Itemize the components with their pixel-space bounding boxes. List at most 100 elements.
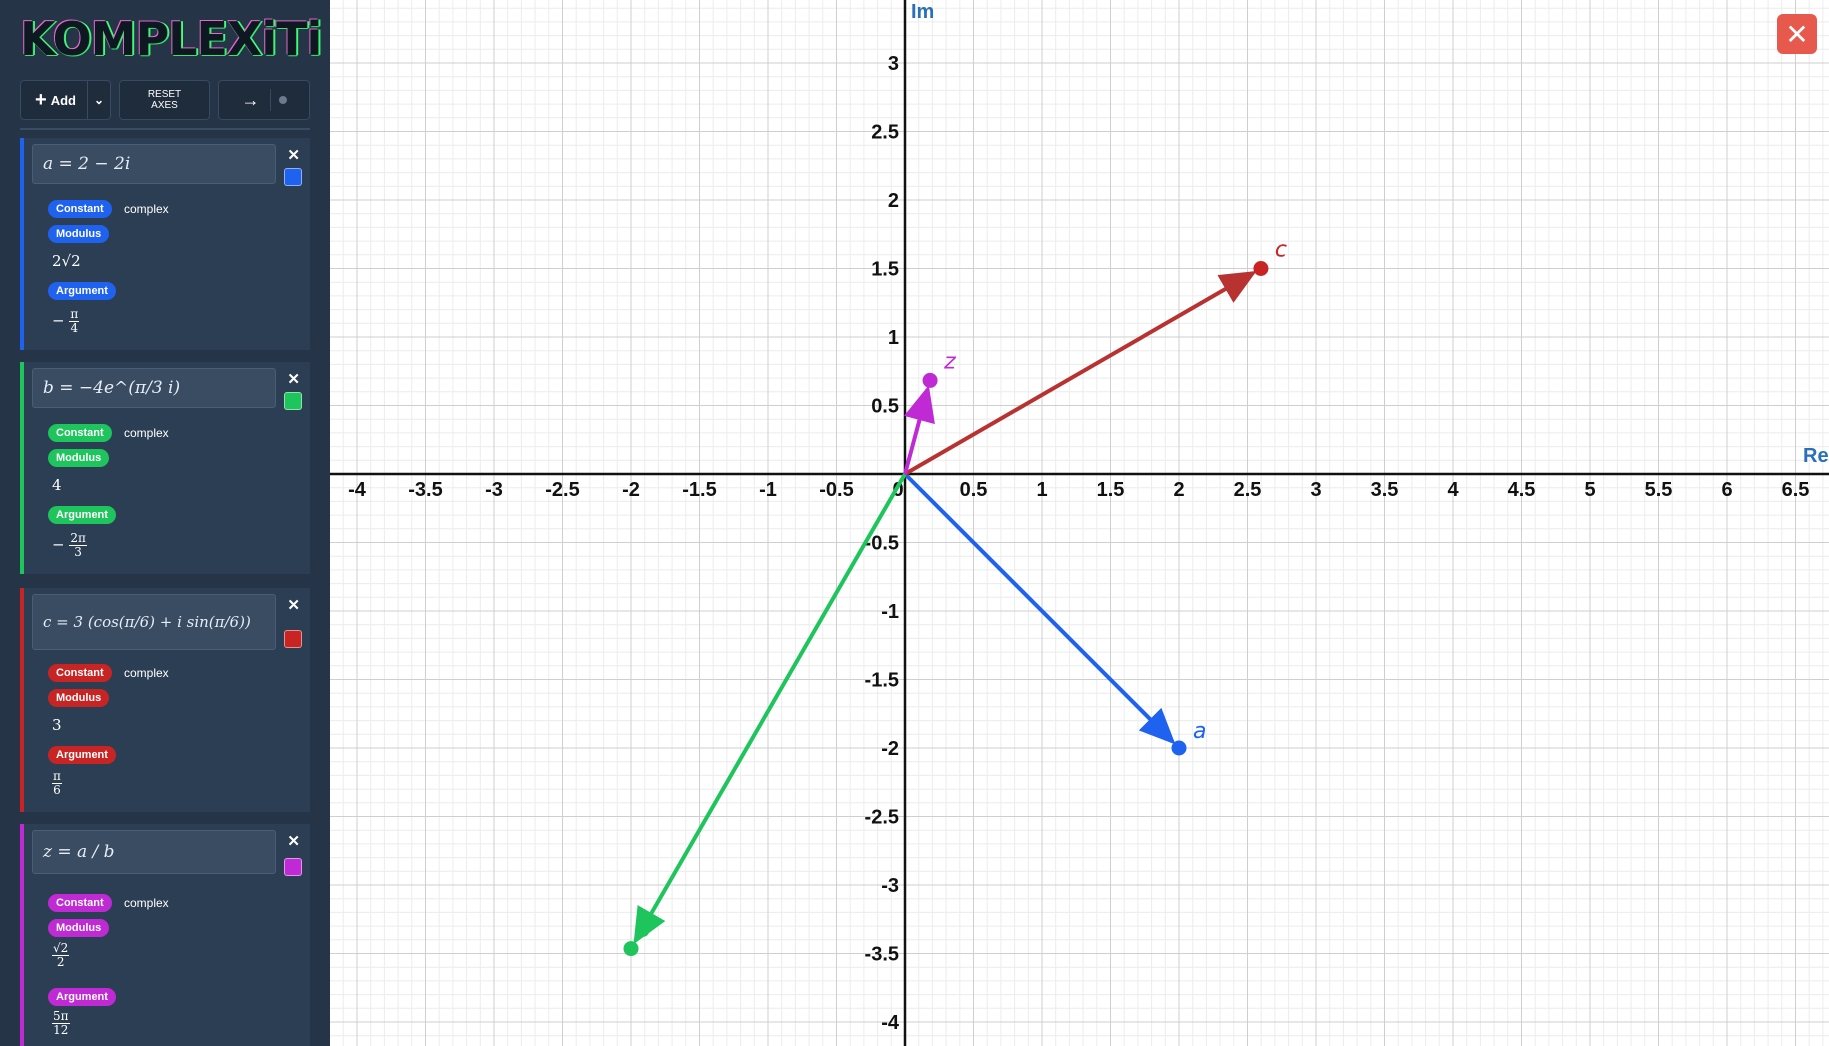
status-dot-icon: [278, 96, 287, 104]
modulus-badge: Modulus: [48, 689, 110, 707]
add-expression-button[interactable]: + Add ⌄: [20, 80, 111, 120]
x-tick-label: -2.5: [545, 479, 579, 501]
type-label: complex: [124, 896, 169, 910]
argument-sign: −: [52, 311, 65, 330]
x-tick-label: 5.5: [1645, 479, 1673, 501]
x-tick-label: 1.5: [1097, 479, 1125, 501]
type-label: complex: [124, 426, 169, 440]
constant-badge: Constant: [48, 664, 112, 682]
argument-badge: Argument: [48, 506, 116, 524]
constant-badge: Constant: [48, 424, 112, 442]
color-swatch-a[interactable]: [284, 168, 302, 186]
point-a[interactable]: [1171, 740, 1187, 756]
x-tick-label: -2: [622, 479, 640, 501]
arrow-right-icon: →: [241, 89, 260, 110]
vector-a: [903, 472, 1176, 745]
type-label: complex: [124, 202, 169, 216]
delete-expression-icon[interactable]: ✕: [287, 370, 300, 388]
point-z[interactable]: [922, 372, 938, 388]
x-tick-label: -0.5: [819, 479, 853, 501]
x-tick-label: 2: [1173, 479, 1184, 501]
color-swatch-c[interactable]: [284, 630, 302, 648]
argument-denominator: 3: [74, 545, 82, 559]
argument-sign: −: [52, 535, 65, 554]
color-swatch-b[interactable]: [284, 392, 302, 410]
color-swatch-z[interactable]: [284, 858, 302, 876]
expression-card-b: b = −4e^(π/3 i) ✕ Constant complex Modul…: [20, 362, 310, 574]
vector-c: [903, 271, 1257, 476]
close-button[interactable]: ✕: [1777, 14, 1817, 54]
modulus-badge: Modulus: [48, 449, 110, 467]
constant-badge: Constant: [48, 894, 112, 912]
point-label-c: c: [1275, 238, 1287, 263]
argument-numerator: π: [69, 307, 80, 322]
x-tick-label: -3: [485, 479, 503, 501]
reset-label-line1: RESET: [147, 89, 182, 100]
y-tick-label: -3: [881, 875, 899, 897]
argument-numerator: π: [52, 769, 62, 784]
argument-badge: Argument: [48, 988, 116, 1006]
modulus-numerator: √2: [52, 941, 70, 956]
argument-value: − π4: [52, 307, 80, 335]
x-tick-label: 4.5: [1508, 479, 1536, 501]
x-tick-label: -3.5: [408, 479, 442, 501]
sidebar-divider: [20, 128, 310, 130]
constant-badge: Constant: [48, 200, 112, 218]
point-label-b: b: [637, 918, 651, 943]
argument-denominator: 12: [53, 1023, 69, 1037]
x-tick-label: 1: [1036, 479, 1047, 501]
expression-card-z: z = a / b ✕ Constant complex Modulus √2 2…: [20, 824, 310, 1046]
x-tick-label: 2.5: [1234, 479, 1262, 501]
x-tick-label: 5: [1584, 479, 1595, 501]
y-tick-label: 2.5: [871, 122, 899, 144]
argument-denominator: 6: [53, 783, 61, 797]
y-tick-label: -3.5: [865, 944, 899, 966]
vectors: a b c z: [623, 238, 1287, 957]
complex-plane-canvas[interactable]: -4-3.5-3-2.5-2-1.5-1-0.500.511.522.533.5…: [330, 0, 1829, 1046]
argument-numerator: 5π: [52, 1009, 70, 1024]
delete-expression-icon[interactable]: ✕: [287, 596, 300, 614]
delete-expression-icon[interactable]: ✕: [287, 146, 300, 164]
y-tick-label: 2: [888, 190, 899, 212]
expression-input-c[interactable]: c = 3 (cos(π/6) + i sin(π/6)): [32, 594, 276, 650]
point-c[interactable]: [1253, 261, 1269, 276]
delete-expression-icon[interactable]: ✕: [287, 832, 300, 850]
minor-grid: [330, 0, 1829, 1046]
x-tick-label: -1.5: [682, 479, 716, 501]
y-tick-label: 1: [888, 327, 899, 349]
point-label-z: z: [943, 349, 956, 374]
expression-sidebar: KOMPLEXiTi + Add ⌄ RESET AXES → a = 2 − 2i…: [0, 0, 330, 1046]
x-tick-label: 0.5: [960, 479, 988, 501]
reset-label-line2: AXES: [151, 100, 178, 111]
y-tick-label: 1.5: [871, 259, 899, 281]
modulus-value: √2 2: [52, 941, 70, 969]
modulus-value: 2√2: [52, 252, 81, 270]
y-tick-label: 0.5: [871, 396, 899, 418]
app-logo: KOMPLEXiTi: [20, 12, 322, 66]
x-axis-label: Re: [1803, 445, 1829, 467]
expression-card-a: a = 2 − 2i ✕ Constant complex Modulus 2√…: [20, 138, 310, 350]
y-tick-label: 3: [888, 53, 899, 75]
animate-toggle-button[interactable]: →: [218, 80, 310, 120]
point-b[interactable]: [623, 941, 639, 957]
argument-value: − 2π 3: [52, 532, 87, 559]
y-tick-label: -4: [881, 1012, 900, 1034]
modulus-denominator: 2: [56, 955, 65, 969]
modulus-value: 4: [52, 476, 62, 494]
y-tick-label: -1.5: [865, 670, 899, 692]
chevron-down-icon[interactable]: ⌄: [87, 81, 110, 119]
expression-input-b[interactable]: b = −4e^(π/3 i): [32, 368, 276, 408]
toolbar-separator: [269, 89, 271, 111]
expression-input-a[interactable]: a = 2 − 2i: [32, 144, 276, 184]
close-icon: ✕: [1785, 18, 1809, 50]
expression-input-z[interactable]: z = a / b: [32, 830, 276, 874]
argument-badge: Argument: [48, 282, 116, 300]
point-label-a: a: [1193, 719, 1206, 744]
argument-badge: Argument: [48, 746, 116, 764]
reset-axes-button[interactable]: RESET AXES: [119, 80, 210, 120]
y-tick-label: -1: [881, 601, 899, 623]
modulus-badge: Modulus: [48, 225, 110, 243]
x-tick-label: -4: [348, 479, 367, 501]
x-tick-label: -1: [759, 479, 777, 501]
argument-value: π6: [52, 770, 62, 797]
